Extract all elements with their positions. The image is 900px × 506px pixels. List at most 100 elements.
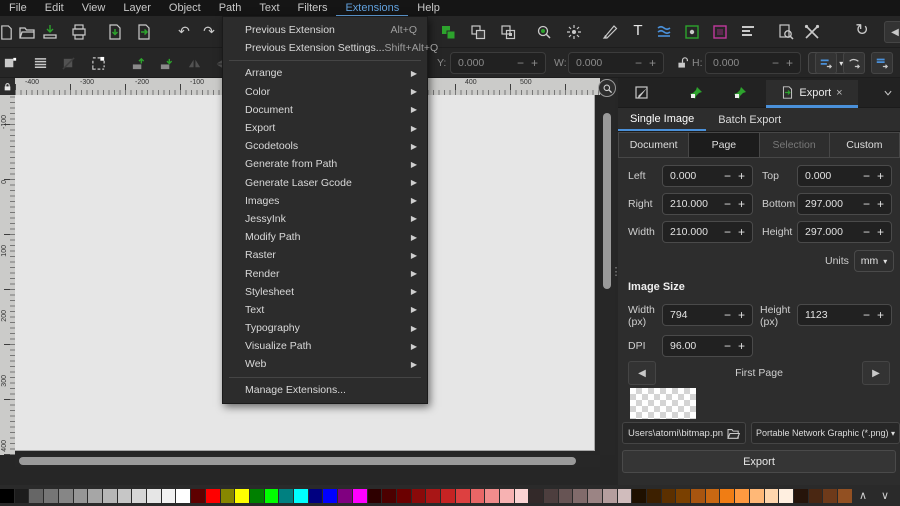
palette-swatch[interactable]	[750, 489, 764, 503]
palette-swatch[interactable]	[441, 489, 455, 503]
zoom-drawing-icon[interactable]	[534, 22, 554, 42]
palette-swatch[interactable]	[29, 489, 43, 503]
palette-swatch[interactable]	[456, 489, 470, 503]
symbols-icon[interactable]	[682, 22, 702, 42]
swatches-icon[interactable]	[710, 22, 730, 42]
extensions-menu-item[interactable]: Render▶	[223, 264, 427, 282]
menu-edit[interactable]: Edit	[36, 1, 73, 15]
palette-swatch[interactable]	[103, 489, 117, 503]
palette-down-icon[interactable]: ∨	[874, 489, 896, 502]
palette-swatch[interactable]	[368, 489, 382, 503]
next-page-button[interactable]: ▶	[862, 361, 890, 385]
tab-batch-export[interactable]: Batch Export	[706, 108, 793, 131]
palette-swatch[interactable]	[779, 489, 793, 503]
palette-swatch[interactable]	[147, 489, 161, 503]
save-icon[interactable]	[40, 22, 60, 42]
palette-swatch[interactable]	[618, 489, 632, 503]
palette-swatch[interactable]	[309, 489, 323, 503]
palette-swatch[interactable]	[809, 489, 823, 503]
extensions-menu-item[interactable]: Typography▶	[223, 319, 427, 337]
display-mode-icon[interactable]	[564, 22, 584, 42]
raise-object-icon[interactable]	[128, 53, 148, 73]
extensions-menu-item[interactable]: Previous Extension Settings...Shift+Alt+…	[223, 39, 427, 57]
preferences-tools-icon[interactable]	[802, 22, 822, 42]
copy-icon[interactable]	[468, 22, 488, 42]
palette-swatch[interactable]	[794, 489, 808, 503]
w-field[interactable]: 0.000−+	[568, 52, 664, 74]
palette-swatch[interactable]	[706, 489, 720, 503]
palette-swatch[interactable]	[0, 489, 14, 503]
right-field[interactable]: 210.000−+	[662, 193, 753, 215]
height-field[interactable]: 297.000−+	[797, 221, 892, 243]
rotate-icon[interactable]: ↻	[852, 20, 872, 40]
area-document-button[interactable]: Document	[618, 132, 689, 158]
redo-icon[interactable]: ↷	[199, 21, 219, 41]
left-field[interactable]: 0.000−+	[662, 165, 753, 187]
palette-swatch[interactable]	[485, 489, 499, 503]
area-selection-button[interactable]: Selection	[760, 132, 830, 158]
extensions-menu-item[interactable]: JessyInk▶	[223, 210, 427, 228]
bottom-field[interactable]: 297.000−+	[797, 193, 892, 215]
extensions-menu-item[interactable]: Raster▶	[223, 246, 427, 264]
palette-swatch[interactable]	[573, 489, 587, 503]
undo-icon[interactable]: ↶	[174, 21, 194, 41]
menu-view[interactable]: View	[73, 1, 115, 15]
quick-zoom-icon[interactable]	[598, 79, 616, 97]
palette-swatch[interactable]	[823, 489, 837, 503]
extensions-menu-item[interactable]: Web▶	[223, 355, 427, 373]
palette-swatch[interactable]	[676, 489, 690, 503]
y-field[interactable]: 0.000−+	[450, 52, 546, 74]
palette-swatch[interactable]	[426, 489, 440, 503]
edit-pen-icon[interactable]	[600, 22, 620, 42]
palette-swatch[interactable]	[235, 489, 249, 503]
h-field[interactable]: 0.000−+	[705, 52, 801, 74]
extensions-menu-item[interactable]: Previous ExtensionAlt+Q	[223, 21, 427, 39]
menu-filters[interactable]: Filters	[289, 1, 337, 15]
palette-swatch[interactable]	[221, 489, 235, 503]
extensions-menu-item[interactable]: Gcodetools▶	[223, 137, 427, 155]
menu-text[interactable]: Text	[250, 1, 288, 15]
move-gradient-icon[interactable]	[843, 52, 865, 74]
extensions-menu-item[interactable]: Text▶	[223, 301, 427, 319]
palette-swatch[interactable]	[162, 489, 176, 503]
palette-swatch[interactable]	[720, 489, 734, 503]
palette-swatch[interactable]	[632, 489, 646, 503]
gradient-icon[interactable]	[654, 22, 674, 42]
move-pattern-icon[interactable]	[815, 52, 837, 74]
palette-swatch[interactable]	[765, 489, 779, 503]
palette-swatch[interactable]	[132, 489, 146, 503]
menu-extensions[interactable]: Extensions	[336, 1, 408, 16]
palette-swatch[interactable]	[323, 489, 337, 503]
menu-object[interactable]: Object	[160, 1, 210, 15]
extensions-menu-item[interactable]: Export▶	[223, 119, 427, 137]
export-icon[interactable]	[134, 22, 154, 42]
palette-swatch[interactable]	[74, 489, 88, 503]
tab-overflow-chevron-icon[interactable]	[878, 83, 898, 103]
duplicate-icon[interactable]	[438, 22, 458, 42]
palette-swatch[interactable]	[559, 489, 573, 503]
extensions-menu-item[interactable]: Generate from Path▶	[223, 155, 427, 173]
palette-swatch[interactable]	[118, 489, 132, 503]
lower-object-icon[interactable]	[156, 53, 176, 73]
palette-swatch[interactable]	[588, 489, 602, 503]
palette-swatch[interactable]	[279, 489, 293, 503]
export-button[interactable]: Export	[622, 450, 896, 473]
width-field[interactable]: 210.000−+	[662, 221, 753, 243]
menu-file[interactable]: File	[0, 1, 36, 15]
import-icon[interactable]	[105, 22, 125, 42]
vertical-scrollbar-thumb[interactable]	[603, 113, 611, 289]
extension-wrench-icon-2[interactable]	[730, 83, 750, 103]
image-width-field[interactable]: 794−+	[662, 304, 753, 326]
extensions-menu-item[interactable]: Images▶	[223, 192, 427, 210]
menu-help[interactable]: Help	[408, 1, 449, 15]
palette-swatch[interactable]	[647, 489, 661, 503]
new-document-icon[interactable]	[0, 22, 16, 42]
paste-icon[interactable]	[498, 22, 518, 42]
horizontal-scrollbar-thumb[interactable]	[19, 457, 576, 465]
palette-swatch[interactable]	[735, 489, 749, 503]
area-page-button[interactable]: Page	[689, 132, 759, 158]
extension-wrench-icon[interactable]	[686, 83, 706, 103]
palette-swatch[interactable]	[515, 489, 529, 503]
palette-swatch[interactable]	[603, 489, 617, 503]
palette-swatch[interactable]	[544, 489, 558, 503]
